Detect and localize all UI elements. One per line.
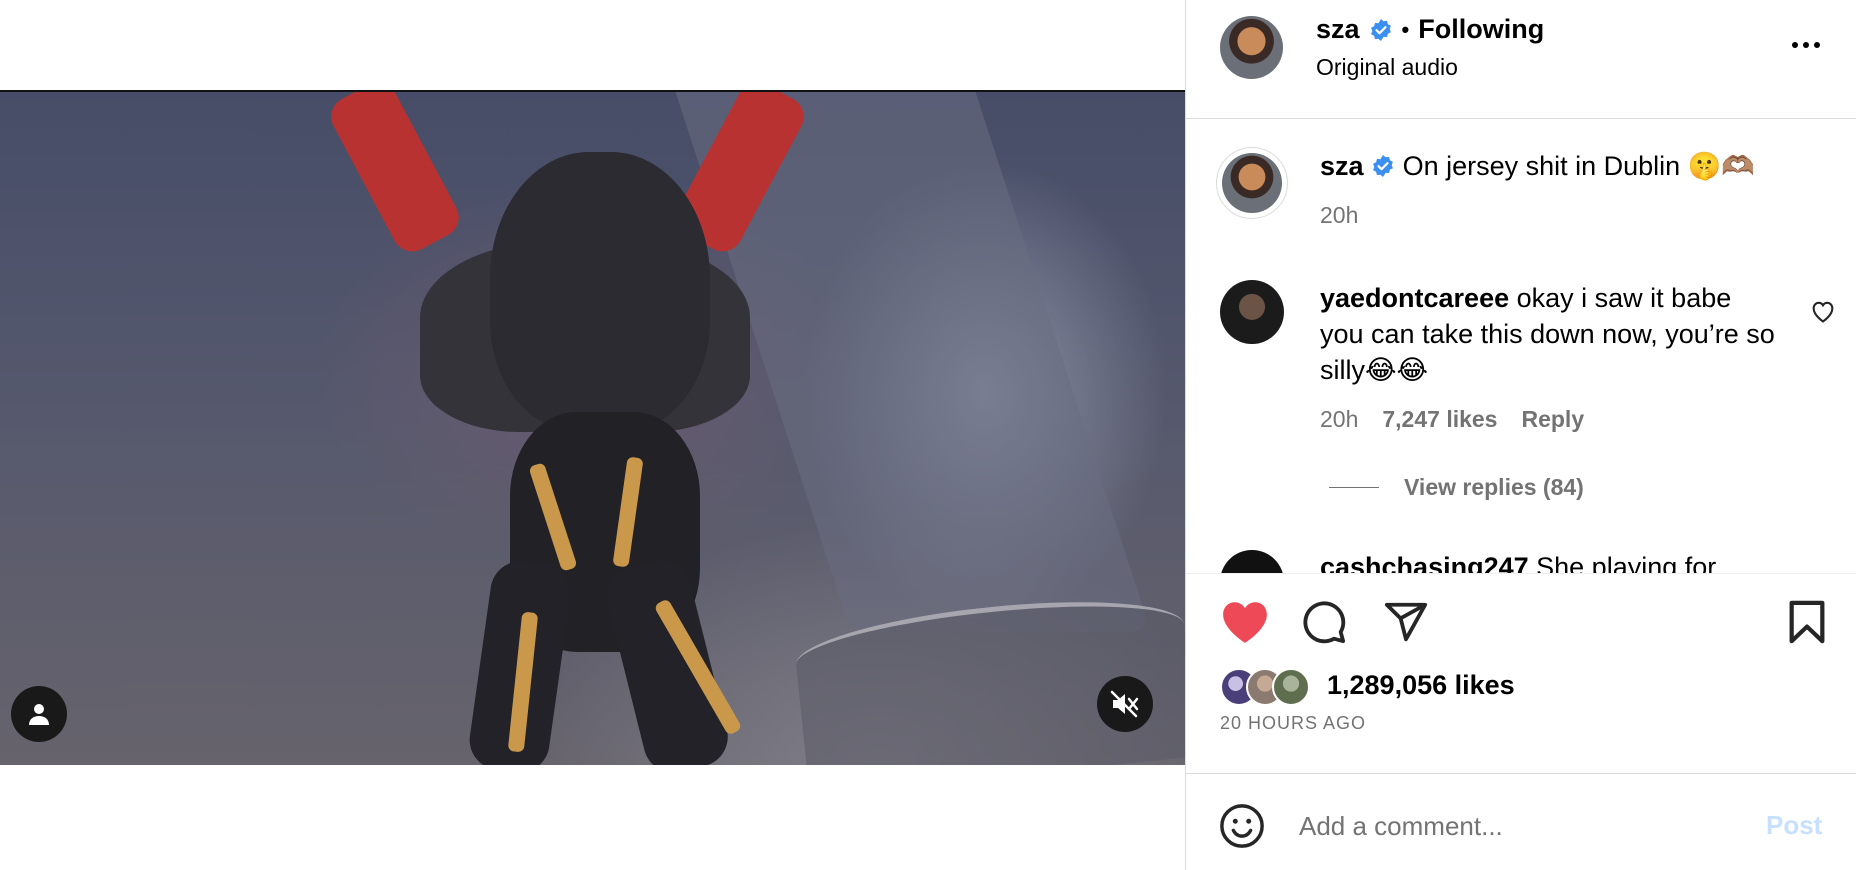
comment-body: She playing for bbox=[1536, 552, 1717, 573]
comment-composer: Post bbox=[1186, 773, 1856, 870]
verified-badge-icon bbox=[1370, 18, 1391, 41]
commenter-avatar[interactable] bbox=[1220, 550, 1284, 573]
view-replies-button[interactable]: View replies (84) bbox=[1329, 474, 1584, 501]
muted-speaker-icon bbox=[1110, 690, 1139, 718]
view-replies-label: View replies (84) bbox=[1404, 474, 1584, 500]
comment-text: cashchasing247 She playing for bbox=[1320, 552, 1716, 573]
likes-count[interactable]: 1,289,056 likes bbox=[1327, 670, 1515, 701]
tagged-users-button[interactable] bbox=[11, 686, 67, 742]
caption-avatar[interactable] bbox=[1216, 147, 1288, 219]
post-header: sza • Following Original audio bbox=[1186, 0, 1856, 119]
comment-bubble-icon bbox=[1303, 601, 1346, 644]
author-avatar[interactable] bbox=[1220, 16, 1283, 79]
commenter-username[interactable]: yaedontcareee bbox=[1320, 283, 1509, 313]
like-button[interactable] bbox=[1219, 596, 1271, 648]
smiley-icon bbox=[1220, 804, 1264, 848]
bookmark-icon bbox=[1789, 600, 1825, 644]
caption-time: 20h bbox=[1320, 202, 1359, 228]
post-comment-button[interactable]: Post bbox=[1766, 810, 1822, 841]
verified-badge-icon bbox=[1373, 155, 1393, 177]
more-options-icon[interactable] bbox=[1786, 35, 1826, 55]
media-area bbox=[0, 0, 1185, 870]
unmute-button[interactable] bbox=[1097, 676, 1153, 732]
commenter-avatar[interactable] bbox=[1220, 280, 1284, 344]
heart-filled-icon bbox=[1223, 602, 1267, 643]
save-button[interactable] bbox=[1781, 596, 1833, 648]
post-details-panel: sza • Following Original audio sza On je… bbox=[1185, 0, 1856, 870]
performer-arm-left bbox=[324, 92, 466, 259]
author-line: sza • Following bbox=[1316, 14, 1544, 45]
caption-username[interactable]: sza bbox=[1320, 151, 1364, 181]
post-timestamp: 20 HOURS AGO bbox=[1220, 713, 1367, 733]
following-button[interactable]: Following bbox=[1418, 14, 1544, 45]
share-button[interactable] bbox=[1380, 596, 1432, 648]
paper-plane-icon bbox=[1384, 602, 1428, 642]
comment-text: yaedontcareee okay i saw it babe you can… bbox=[1320, 280, 1780, 388]
liker-avatar bbox=[1272, 668, 1310, 706]
commenter-username[interactable]: cashchasing247 bbox=[1320, 552, 1529, 573]
reply-button[interactable]: Reply bbox=[1521, 406, 1584, 433]
comment-likes[interactable]: 7,247 likes bbox=[1382, 406, 1497, 433]
performer-leg-right bbox=[600, 554, 735, 765]
separator-dot: • bbox=[1401, 16, 1410, 42]
emoji-button[interactable] bbox=[1219, 803, 1265, 849]
heart-outline-icon[interactable] bbox=[1809, 297, 1837, 325]
reel-video[interactable] bbox=[0, 90, 1185, 765]
replies-divider bbox=[1329, 487, 1379, 488]
comment-time: 20h bbox=[1320, 406, 1359, 432]
liked-by-avatars[interactable] bbox=[1220, 668, 1310, 706]
caption-text: sza On jersey shit in Dublin 🤫🫶🏽 bbox=[1320, 150, 1830, 184]
performer-hair bbox=[490, 152, 710, 432]
caption-body: On jersey shit in Dublin 🤫🫶🏽 bbox=[1402, 151, 1755, 181]
author-username[interactable]: sza bbox=[1316, 14, 1360, 45]
comment-input[interactable] bbox=[1299, 804, 1759, 848]
comments-list[interactable]: sza On jersey shit in Dublin 🤫🫶🏽 20h yae… bbox=[1186, 120, 1856, 573]
comment-meta: 20h 7,247 likes Reply bbox=[1320, 406, 1584, 433]
person-icon bbox=[29, 704, 49, 725]
comment-button[interactable] bbox=[1298, 596, 1350, 648]
audio-link[interactable]: Original audio bbox=[1316, 54, 1458, 81]
post-actions: 1,289,056 likes 20 HOURS AGO bbox=[1186, 573, 1856, 773]
